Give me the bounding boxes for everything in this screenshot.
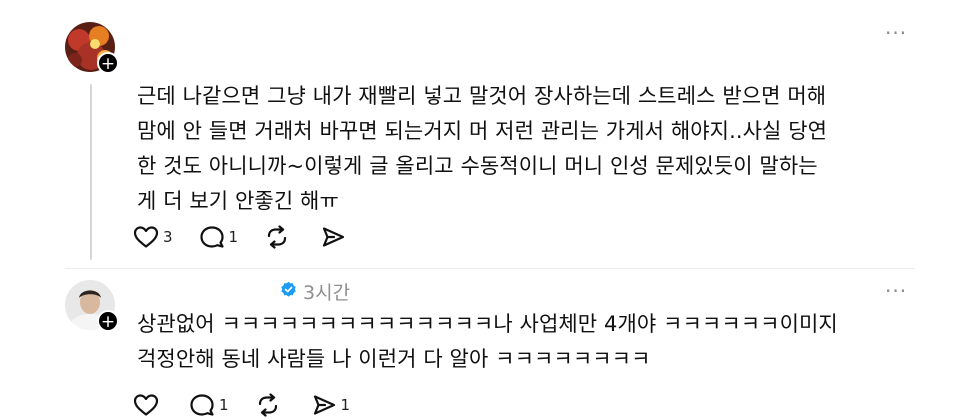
verified-badge-icon [280, 281, 297, 302]
more-dots-icon[interactable]: ··· [885, 281, 907, 301]
heart-icon [133, 225, 159, 249]
like-button[interactable] [133, 393, 163, 417]
share-button[interactable] [320, 225, 350, 249]
repost-arrows-icon [264, 225, 290, 249]
share-count: 1 [340, 396, 351, 414]
repost-button[interactable] [255, 393, 285, 417]
thread-line [90, 84, 92, 260]
heart-icon [133, 393, 159, 417]
follow-plus-icon[interactable]: + [97, 310, 119, 332]
more-dots-icon[interactable]: ··· [885, 23, 907, 43]
share-button[interactable]: 1 [311, 393, 351, 417]
send-paper-plane-icon [311, 393, 337, 417]
post-text: 상관없어 ㅋㅋㅋㅋㅋㅋㅋㅋㅋㅋㅋㅋㅋㅋ나 사업체만 4개야 ㅋㅋㅋㅋㅋㅋ이미지 … [137, 312, 838, 371]
send-paper-plane-icon [320, 225, 346, 249]
avatar[interactable]: + [65, 280, 119, 332]
avatar[interactable]: + [65, 22, 119, 74]
reply-button[interactable]: 1 [189, 393, 229, 417]
post-time: 3시간 [303, 282, 351, 304]
reply-button[interactable]: 1 [199, 225, 239, 249]
comment-bubble-icon [199, 225, 225, 249]
action-bar: 1 1 [133, 390, 376, 420]
reply-count: 1 [228, 228, 239, 246]
post-1: + ··· 근데 나같으면 그냥 내가 재빨리 넣고 말것어 장사하는데 스트레… [0, 0, 966, 268]
reply-count: 1 [219, 396, 229, 414]
repost-arrows-icon [255, 393, 281, 417]
post-2: + 3시간 ··· 상관없어 ㅋㅋㅋㅋㅋㅋㅋㅋㅋㅋㅋㅋㅋㅋ나 사업체만 4개야 … [0, 268, 966, 419]
action-bar: 3 1 [133, 222, 376, 252]
repost-button[interactable] [264, 225, 294, 249]
comment-bubble-icon [189, 393, 215, 417]
post-text: 근데 나같으면 그냥 내가 재빨리 넣고 말것어 장사하는데 스트레스 받으면 … [137, 84, 828, 213]
post-meta: 3시간 [280, 278, 350, 305]
follow-plus-icon[interactable]: + [97, 52, 119, 74]
like-count: 3 [163, 228, 173, 246]
like-button[interactable]: 3 [133, 225, 173, 249]
